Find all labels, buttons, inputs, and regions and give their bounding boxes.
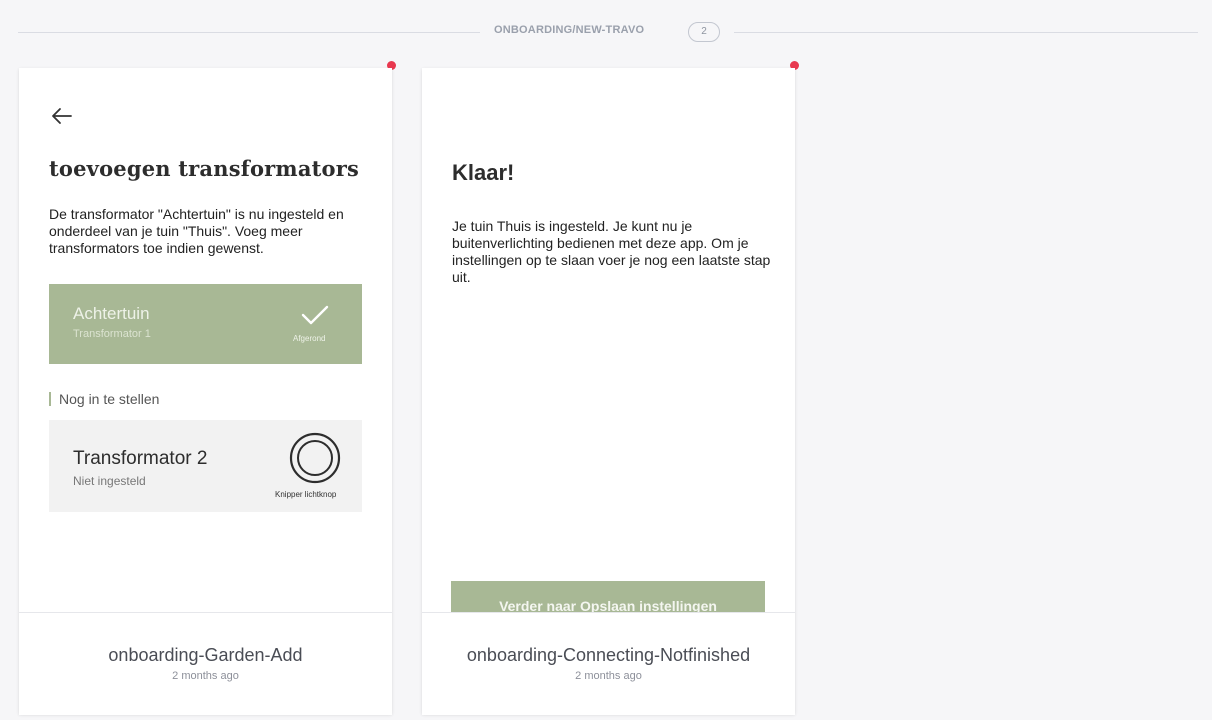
- todo-section-label: Nog in te stellen: [49, 392, 159, 406]
- transformer-name: Achtertuin: [73, 304, 150, 323]
- transformer-done-item[interactable]: Achtertuin Transformator 1 Afgerond: [49, 284, 362, 364]
- screen-name[interactable]: onboarding-Connecting-Notfinished: [422, 645, 795, 666]
- screen-preview[interactable]: toevoegen transformators De transformato…: [19, 68, 392, 612]
- screen-timestamp: 2 months ago: [575, 670, 642, 682]
- section-header: ONBOARDING/NEW-TRAVO 2: [18, 18, 1198, 46]
- section-count-badge: 2: [688, 22, 720, 42]
- section-divider-left: [18, 32, 480, 33]
- screen-title: toevoegen transformators: [49, 156, 360, 181]
- transformer-name: Transformator 2: [73, 448, 208, 469]
- screen-description: De transformator "Achtertuin" is nu inge…: [49, 206, 344, 256]
- transformer-subtitle: Niet ingesteld: [73, 474, 146, 488]
- transformer-todo-item[interactable]: Transformator 2 Niet ingesteld Knipper l…: [49, 420, 362, 512]
- screen-card-connecting-notfinished[interactable]: Klaar! Je tuin Thuis is ingesteld. Je ku…: [422, 61, 799, 715]
- card-footer[interactable]: onboarding-Garden-Add 2 months ago: [19, 612, 392, 715]
- screen-timestamp: 2 months ago: [172, 670, 239, 682]
- back-arrow-icon[interactable]: [49, 106, 73, 126]
- blink-button-label: Knipper lichtknop: [275, 490, 337, 499]
- transformer-subtitle: Transformator 1: [73, 328, 151, 340]
- card-footer[interactable]: onboarding-Connecting-Notfinished 2 mont…: [422, 612, 795, 715]
- blink-ring-icon[interactable]: [289, 432, 341, 484]
- screen-title: Klaar!: [452, 160, 515, 185]
- screen-card-garden-add[interactable]: toevoegen transformators De transformato…: [19, 61, 396, 715]
- continue-save-settings-button[interactable]: Verder naar Opslaan instellingen: [451, 581, 765, 612]
- screen-description: Je tuin Thuis is ingesteld. Je kunt nu j…: [452, 218, 771, 285]
- section-title[interactable]: ONBOARDING/NEW-TRAVO: [494, 24, 644, 36]
- section-divider-right: [734, 32, 1198, 33]
- screen-preview[interactable]: Klaar! Je tuin Thuis is ingesteld. Je ku…: [422, 68, 795, 612]
- screen-name[interactable]: onboarding-Garden-Add: [19, 645, 392, 666]
- transformer-status: Afgerond: [293, 334, 326, 343]
- checkmark-icon: [301, 305, 329, 325]
